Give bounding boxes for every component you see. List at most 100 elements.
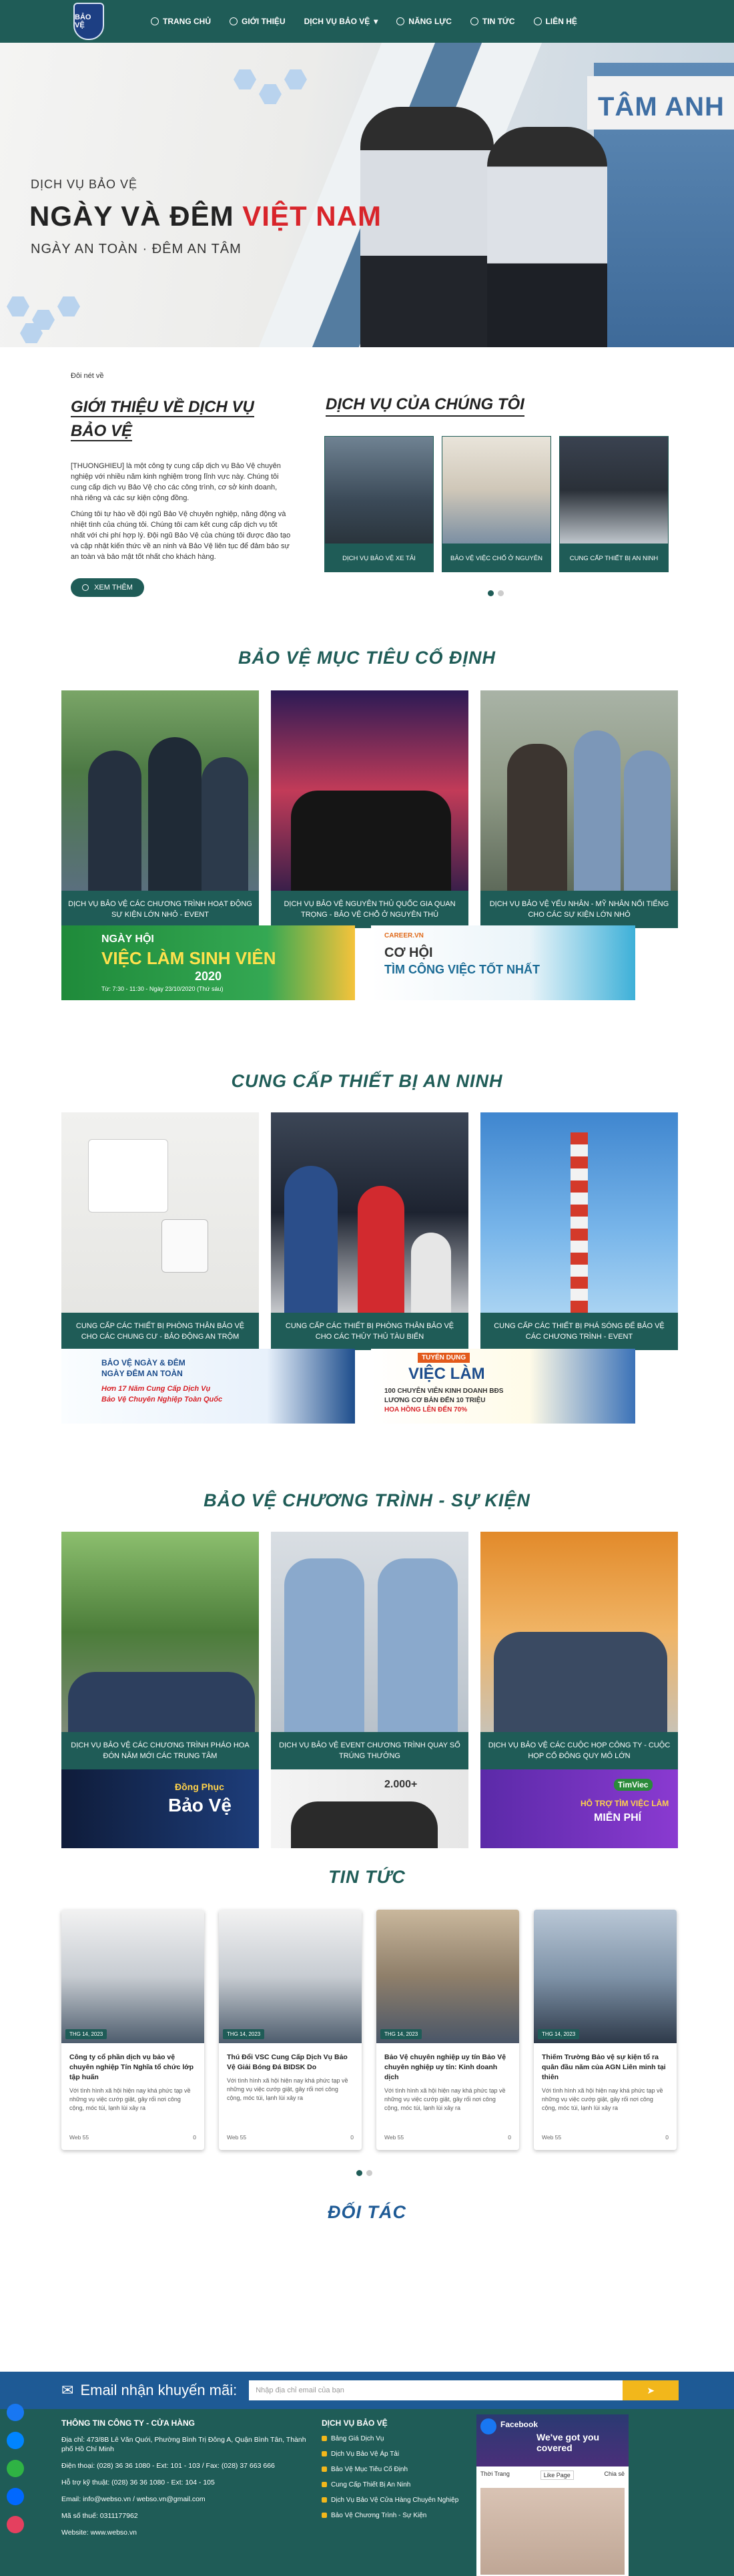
menu-item-home[interactable]: TRANG CHỦ (141, 0, 220, 43)
author-label: Web 55 (227, 2134, 247, 2141)
hero-tagline: NGÀY AN TOÀN · ĐÊM AN TÂM (31, 242, 242, 256)
building-sign: TÂM ANH (587, 76, 734, 130)
news-card[interactable]: THG 14, 2023 Thiếm Trường Bảo vệ sự kiện… (534, 1910, 677, 2150)
uniform-banner[interactable]: Đồng Phục Bảo Vệ (61, 1769, 259, 1848)
intro-title: GIỚI THIỆU VỀ DỊCH VỤ BẢO VỆ (71, 398, 254, 441)
service-card-image (61, 690, 259, 891)
service-card-image (325, 437, 433, 544)
service-card-image (480, 690, 678, 891)
service-card[interactable]: CUNG CẤP CÁC THIẾT BỊ PHÒNG THÂN BẢO VỆ … (61, 1112, 259, 1350)
section-title-fixed-target: BẢO VỆ MỤC TIÊU CỐ ĐỊNH (238, 648, 496, 668)
phone-icon[interactable] (7, 2460, 24, 2477)
clock-icon (151, 17, 159, 25)
service-card[interactable]: DỊCH VỤ BẢO VỆ NGUYÊN THỦ QUỐC GIA QUAN … (271, 690, 468, 928)
events-grid: DỊCH VỤ BẢO VỆ CÁC CHƯƠNG TRÌNH PHÁO HOA… (61, 1532, 678, 1769)
carousel-dot[interactable] (366, 2170, 372, 2176)
service-card-image (442, 437, 550, 544)
menu-item-news[interactable]: TIN TỨC (461, 0, 524, 43)
author-label: Web 55 (69, 2134, 89, 2141)
facebook-icon[interactable] (7, 2404, 24, 2421)
service-card[interactable]: DỊCH VỤ BẢO VỆ CÁC CHƯƠNG TRÌNH HOẠT ĐỘN… (61, 690, 259, 928)
service-card[interactable]: BẢO VỆ VIỆC CHỐ Ở NGUYÊN (442, 436, 551, 572)
service-card-image (480, 1532, 678, 1732)
fb-tab[interactable]: Thời Trang (480, 2471, 510, 2480)
section-title-equipment: CUNG CẤP THIẾT BỊ AN NINH (231, 1071, 503, 1091)
news-card-image: THG 14, 2023 (534, 1910, 677, 2043)
footer-link[interactable]: Bảng Giá Dịch Vụ (322, 2434, 462, 2443)
newsletter-email-input[interactable]: Nhập địa chỉ email của bạn (249, 2380, 623, 2400)
footer-link[interactable]: Bảo Vệ Mục Tiêu Cố Định (322, 2465, 462, 2474)
menu-item-services[interactable]: DỊCH VỤ BẢO VỆ ▾ (295, 0, 388, 43)
fb-tab[interactable]: Chia sẻ (604, 2471, 625, 2480)
news-carousel-dots (356, 2170, 372, 2176)
support-text: Hỗ trợ kỹ thuật: (028) 36 36 1080 - Ext:… (61, 2479, 215, 2487)
ad-banners-3: Đồng Phục Bảo Vệ 2.000+ TimViec HỖ TRỢ T… (61, 1769, 678, 1848)
service-card-image (61, 1112, 259, 1313)
news-card[interactable]: THG 14, 2023 Công ty cổ phần dịch vụ bảo… (61, 1910, 204, 2150)
top-navigation: BẢO VỆ TRANG CHỦ GIỚI THIỆU DỊCH VỤ BẢO … (0, 0, 734, 43)
service-card[interactable]: CUNG CẤP CÁC THIẾT BỊ PHÁ SÓNG ĐỂ BẢO VỆ… (480, 1112, 678, 1350)
hero-subtitle: DỊCH VỤ BẢO VỆ (31, 178, 138, 191)
hero-title: NGÀY VÀ ĐÊM VIỆT NAM (29, 200, 382, 232)
tax-text: Mã số thuế: 0311177962 (61, 2512, 138, 2520)
badge-icon (396, 17, 405, 25)
footer-link[interactable]: Bảo Vệ Chương Trình - Sự Kiện (322, 2511, 462, 2520)
phone-text: Điện thoại: (028) 36 36 1080 - Ext: 101 … (61, 2462, 275, 2470)
read-more-button[interactable]: XEM THÊM (71, 578, 144, 597)
service-card[interactable]: DỊCH VỤ BẢO VỆ CÁC CUỘC HỌP CÔNG TY - CU… (480, 1532, 678, 1769)
news-card-image: THG 14, 2023 (61, 1910, 204, 2043)
hero-banner: TÂM ANH DỊCH VỤ BẢO VỆ NGÀY VÀ ĐÊM VIỆT … (0, 43, 734, 347)
footer-link[interactable]: Cung Cấp Thiết Bị An Ninh (322, 2481, 462, 2489)
facebook-widget[interactable]: Facebook We've got you covered Thời Tran… (476, 2414, 629, 2576)
job-support-banner[interactable]: TimViec HỖ TRỢ TÌM VIỆC LÀM MIỄN PHÍ (480, 1769, 678, 1848)
service-card-image (560, 437, 668, 544)
floating-contact-icons (7, 2404, 24, 2533)
fixed-target-grid: DỊCH VỤ BẢO VỆ CÁC CHƯƠNG TRÌNH HOẠT ĐỘN… (61, 690, 678, 928)
menu-item-capability[interactable]: NĂNG LỰC (387, 0, 461, 43)
news-card[interactable]: THG 14, 2023 Bảo Vệ chuyên nghiệp uy tín… (376, 1910, 519, 2150)
zalo-icon[interactable] (7, 2488, 24, 2505)
news-card[interactable]: THG 14, 2023 Thú Đổi VSC Cung Cấp Dịch V… (219, 1910, 362, 2150)
services-carousel: DỊCH VỤ BẢO VỆ XE TẢI BẢO VỆ VIỆC CHỐ Ở … (324, 436, 669, 572)
company-logo[interactable]: BẢO VỆ (73, 3, 104, 40)
section-title-news: TIN TỨC (328, 1867, 406, 1887)
messenger-icon[interactable] (7, 2432, 24, 2449)
phone-icon (533, 17, 542, 25)
service-card[interactable]: DỊCH VỤ BẢO VỆ CÁC CHƯƠNG TRÌNH PHÁO HOA… (61, 1532, 259, 1769)
recruitment-banner[interactable]: TUYỂN DỤNG VIỆC LÀM 100 CHUYÊN VIÊN KINH… (371, 1349, 635, 1424)
career-banner[interactable]: CAREER.VN CƠ HỘI TÌM CÔNG VIỆC TỐT NHẤT (371, 925, 635, 1000)
carousel-dot[interactable] (498, 590, 504, 596)
business-team-banner[interactable]: 2.000+ (271, 1769, 468, 1848)
arrow-circle-icon (82, 584, 89, 591)
service-card[interactable]: CUNG CẤP THIẾT BỊ AN NINH (559, 436, 669, 572)
job-fair-banner[interactable]: NGÀY HỘI VIỆC LÀM SINH VIÊN 2020 Từ: 7:3… (61, 925, 355, 1000)
news-list: THG 14, 2023 Công ty cổ phần dịch vụ bảo… (61, 1910, 677, 2150)
chevron-down-icon: ▾ (374, 17, 378, 26)
footer-link[interactable]: Dịch Vụ Bảo Vệ Áp Tải (322, 2450, 462, 2458)
security-guard-female-image (487, 127, 607, 347)
comment-count: 0 (665, 2134, 669, 2141)
service-card[interactable]: DỊCH VỤ BẢO VỆ YẾU NHÂN - MỸ NHÂN NỔI TI… (480, 690, 678, 928)
info-icon (230, 17, 238, 25)
newsletter-submit-button[interactable]: ➤ (623, 2380, 679, 2400)
footer-services-links: DỊCH VỤ BẢO VỆ Bảng Giá Dịch Vụ Dịch Vụ … (322, 2418, 462, 2527)
service-card[interactable]: CUNG CẤP CÁC THIẾT BỊ PHÒNG THÂN BẢO VỆ … (271, 1112, 468, 1350)
fb-post-image (480, 2488, 625, 2575)
footer: THÔNG TIN CÔNG TY - CỬA HÀNG Địa chỉ: 47… (0, 2409, 734, 2576)
newsletter-label: Email nhận khuyến mãi: (80, 2382, 238, 2398)
facebook-icon (480, 2418, 496, 2434)
menu-item-contact[interactable]: LIÊN HỆ (524, 0, 587, 43)
email-text: Email: info@webso.vn / webso.vn@gmail.co… (61, 2495, 206, 2503)
menu-item-about[interactable]: GIỚI THIỆU (220, 0, 295, 43)
service-card[interactable]: DỊCH VỤ BẢO VỆ XE TẢI (324, 436, 434, 572)
security-promo-banner[interactable]: BẢO VỆ NGÀY & ĐÊM NGÀY ĐÊM AN TOÀN Hơn 1… (61, 1349, 355, 1424)
service-card-image (271, 1112, 468, 1313)
chat-icon[interactable] (7, 2516, 24, 2533)
comment-count: 0 (350, 2134, 354, 2141)
footer-link[interactable]: Dịch Vụ Bảo Vệ Cửa Hàng Chuyên Nghiệp (322, 2496, 462, 2505)
carousel-dot[interactable] (488, 590, 494, 596)
fb-like-button[interactable]: Like Page (540, 2471, 574, 2480)
carousel-dot[interactable] (356, 2170, 362, 2176)
service-card[interactable]: DỊCH VỤ BẢO VỆ EVENT CHƯƠNG TRÌNH QUAY S… (271, 1532, 468, 1769)
address-text: Địa chỉ: 473/8B Lê Văn Quới, Phường Bình… (61, 2436, 306, 2453)
